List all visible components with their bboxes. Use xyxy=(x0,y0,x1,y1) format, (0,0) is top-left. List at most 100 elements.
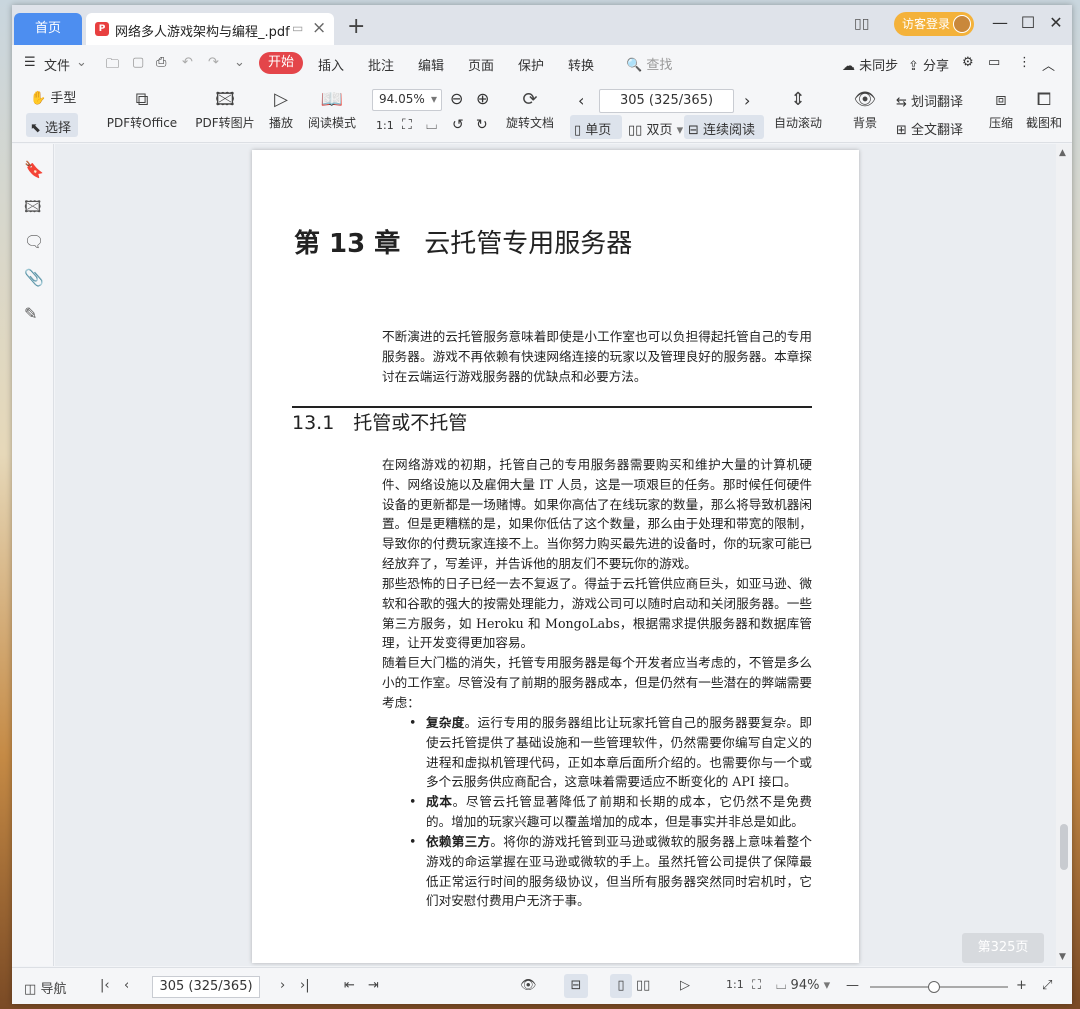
actual-size-icon[interactable]: 1:1 xyxy=(376,119,394,132)
navigation-label: 导航 xyxy=(40,982,67,997)
fit-width-icon[interactable]: ⌴ xyxy=(426,117,437,133)
thumbnail-icon[interactable]: 🖾 xyxy=(24,196,41,223)
comment-icon[interactable]: 🗨 xyxy=(24,232,44,251)
read-mode-button[interactable]: 📖 阅读模式 xyxy=(306,89,358,131)
new-tab-button[interactable]: + xyxy=(347,14,365,40)
rotate-document-button[interactable]: ⟳ 旋转文档 xyxy=(504,89,556,131)
status-prev-page-icon[interactable]: ‹ xyxy=(124,978,129,993)
file-chevron-down-icon[interactable]: ⌄ xyxy=(76,55,87,70)
collapse-ribbon-icon[interactable]: ︿ xyxy=(1042,55,1055,74)
redo-icon[interactable]: ↷ xyxy=(208,55,219,70)
scroll-up-icon[interactable]: ▲ xyxy=(1059,148,1066,158)
eye-icon: 👁 xyxy=(853,89,877,110)
tab-close-icon[interactable]: × xyxy=(312,18,326,38)
next-view-icon[interactable]: ⇥ xyxy=(368,978,379,993)
page-number-input[interactable]: 305 (325/365) xyxy=(599,89,734,113)
background-button[interactable]: 👁 背景 xyxy=(846,89,884,131)
maximize-icon[interactable]: ☐ xyxy=(1018,13,1038,32)
bookmark-icon[interactable]: 🔖 xyxy=(24,160,44,179)
zoom-in-icon[interactable]: ⊕ xyxy=(476,89,489,108)
last-page-icon[interactable]: ›| xyxy=(300,978,310,993)
prev-view-icon[interactable]: ⇤ xyxy=(344,978,355,993)
attachment-icon[interactable]: 📎 xyxy=(24,268,44,287)
close-window-icon[interactable]: ✕ xyxy=(1046,13,1066,32)
file-menu[interactable]: 文件 xyxy=(44,55,70,74)
fit-page-icon[interactable]: ⛶ xyxy=(402,117,412,133)
eye-protect-icon[interactable]: 👁 xyxy=(520,978,537,993)
list-item: • 成本。尽管云托管显著降低了前期和长期的成本，它仍然不是免费的。增加的玩家兴趣… xyxy=(409,792,812,832)
pdf-to-image-button[interactable]: 🖾 PDF转图片 xyxy=(194,89,256,131)
next-page-icon[interactable]: › xyxy=(744,91,750,110)
zoom-slider[interactable] xyxy=(870,981,1008,993)
compress-button[interactable]: ⧈ 压缩 xyxy=(986,89,1016,131)
pdf-to-office-button[interactable]: ⧉ PDF转Office xyxy=(102,89,182,131)
menu-tab-page[interactable]: 页面 xyxy=(468,55,494,74)
print-icon[interactable]: ⎙ xyxy=(156,55,166,70)
rotate-left-icon[interactable]: ↺ xyxy=(452,117,464,133)
vertical-scrollbar[interactable]: ▲ ▼ xyxy=(1056,144,1072,966)
search-placeholder: 查找 xyxy=(646,58,673,73)
prev-page-icon[interactable]: ‹ xyxy=(578,91,584,110)
zoom-value: 94.05% xyxy=(379,92,425,106)
fullscreen-icon[interactable]: ⤢ xyxy=(1042,978,1052,993)
more-quick-icon[interactable]: ⌄ xyxy=(234,55,245,70)
screenshot-button[interactable]: ⧠ 截图和 xyxy=(1024,89,1064,131)
hamburger-icon[interactable]: ☰ xyxy=(24,55,36,70)
menu-tab-start[interactable]: 开始 xyxy=(259,52,303,74)
status-zoom-out-icon[interactable]: — xyxy=(846,978,859,993)
search-box[interactable]: 🔍 查找 xyxy=(626,54,672,73)
title-bar: 首页 P 网络多人游戏架构与编程_.pdf ▭ × + ▯▯ 访客登录 — ☐ … xyxy=(12,5,1072,45)
more-options-icon[interactable]: ⋮ xyxy=(1018,55,1031,70)
window-layout-icon[interactable]: ▯▯ xyxy=(854,16,869,32)
continuous-read-button[interactable]: ⊟ 连续阅读 xyxy=(688,119,755,138)
zoom-slider-knob[interactable] xyxy=(928,981,940,993)
settings-icon[interactable]: ⚙ xyxy=(962,55,974,70)
first-page-icon[interactable]: |‹ xyxy=(100,978,110,993)
menu-tab-convert[interactable]: 转换 xyxy=(568,55,594,74)
status-page-input[interactable]: 305 (325/365) xyxy=(152,976,260,998)
select-tool[interactable]: ⬉ 选择 xyxy=(30,117,71,136)
status-play-icon[interactable]: ▷ xyxy=(680,978,690,993)
scroll-down-icon[interactable]: ▼ xyxy=(1059,952,1066,962)
zoom-select[interactable]: 94.05% ▾ xyxy=(372,89,442,111)
menu-tab-annotate[interactable]: 批注 xyxy=(368,55,394,74)
hand-tool[interactable]: ✋ 手型 xyxy=(30,87,76,106)
word-translate-button[interactable]: ⇆ 划词翻译 xyxy=(896,91,963,110)
menu-tab-insert[interactable]: 插入 xyxy=(318,55,344,74)
status-double-page-icon[interactable]: ▯▯ xyxy=(636,978,650,993)
chapter-title: 云托管专用服务器 xyxy=(424,229,633,259)
scrollbar-thumb[interactable] xyxy=(1060,824,1068,870)
status-zoom-in-icon[interactable]: + xyxy=(1016,978,1027,993)
pdf-to-office-label: PDF转Office xyxy=(106,116,178,130)
menu-tab-protect[interactable]: 保护 xyxy=(518,55,544,74)
zoom-out-icon[interactable]: ⊖ xyxy=(450,89,463,108)
menu-tab-edit[interactable]: 编辑 xyxy=(418,55,444,74)
status-single-page-icon[interactable]: ▯ xyxy=(610,974,632,998)
save-icon[interactable]: ▢ xyxy=(132,55,144,70)
home-tab[interactable]: 首页 xyxy=(14,13,82,45)
feedback-icon[interactable]: ▭ xyxy=(988,55,1000,70)
undo-icon[interactable]: ↶ xyxy=(182,55,193,70)
single-page-button[interactable]: ▯ 单页 xyxy=(574,119,611,138)
share-button[interactable]: ⇪ 分享 xyxy=(908,55,949,74)
double-page-chevron-icon: ▾ xyxy=(676,123,684,138)
status-continuous-icon[interactable]: ⊟ xyxy=(564,974,588,998)
rotate-right-icon[interactable]: ↻ xyxy=(476,117,488,133)
status-actual-size-icon[interactable]: 1:1 xyxy=(726,978,744,991)
minimize-icon[interactable]: — xyxy=(990,13,1010,32)
status-fit-page-icon[interactable]: ⛶ xyxy=(752,978,761,993)
signature-icon[interactable]: ✎ xyxy=(24,304,37,323)
document-tab[interactable]: P 网络多人游戏架构与编程_.pdf ▭ × xyxy=(86,13,334,45)
sync-status[interactable]: ☁ 未同步 xyxy=(842,55,898,74)
full-translate-button[interactable]: ⊞ 全文翻译 xyxy=(896,119,963,138)
open-folder-icon[interactable]: 🗀 xyxy=(106,55,119,77)
tab-pin-icon[interactable]: ▭ xyxy=(292,21,303,35)
guest-login-button[interactable]: 访客登录 xyxy=(894,12,974,36)
status-next-page-icon[interactable]: › xyxy=(280,978,285,993)
navigation-toggle[interactable]: ◫ 导航 xyxy=(24,978,66,997)
double-page-button[interactable]: ▯▯ 双页 ▾ xyxy=(628,119,683,138)
play-button[interactable]: ▷ 播放 xyxy=(266,89,296,131)
status-fit-width-icon[interactable]: ⌴ 94% ▾ xyxy=(776,978,830,993)
paragraph-3: 随着巨大门槛的消失，托管专用服务器是每个开发者应当考虑的，不管是多么小的工作室。… xyxy=(382,655,812,710)
auto-scroll-button[interactable]: ⇕ 自动滚动 xyxy=(768,89,828,131)
